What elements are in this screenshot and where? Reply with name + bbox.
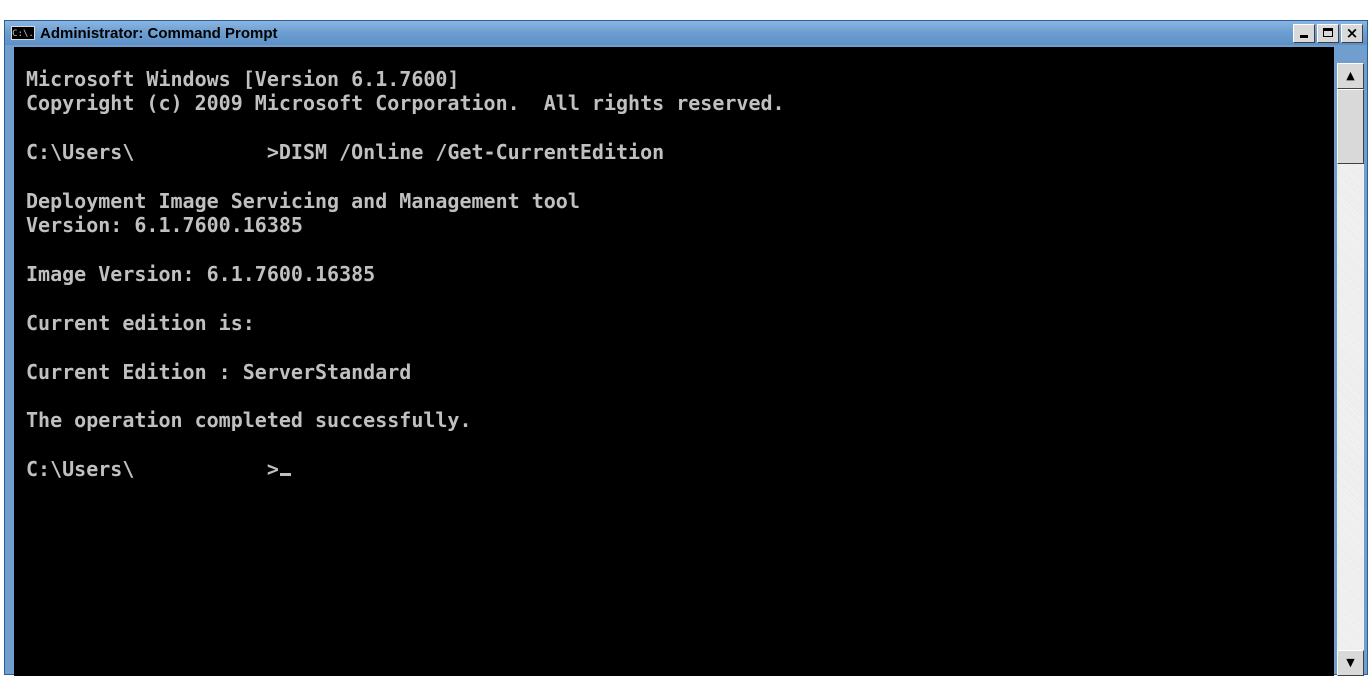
- console-line: Copyright (c) 2009 Microsoft Corporation…: [26, 91, 785, 116]
- title-bar[interactable]: C:\. Administrator: Command Prompt ×: [5, 21, 1367, 45]
- command-prompt-window: C:\. Administrator: Command Prompt × Mic…: [4, 20, 1368, 676]
- window-title: Administrator: Command Prompt: [40, 24, 278, 42]
- arrow-up-icon: ▲: [1346, 69, 1355, 82]
- minimize-button[interactable]: [1293, 24, 1315, 43]
- minimize-icon: [1300, 35, 1308, 38]
- console-line: Current Edition : ServerStandard: [26, 359, 412, 384]
- console-line: Microsoft Windows [Version 6.1.7600]: [26, 67, 460, 91]
- scroll-up-button[interactable]: ▲: [1337, 63, 1364, 89]
- prompt-text: C:\Users\ >: [26, 457, 279, 482]
- maximize-icon: [1323, 28, 1333, 37]
- scroll-down-button[interactable]: ▼: [1337, 650, 1364, 676]
- close-icon: ×: [1345, 24, 1359, 42]
- text-cursor: [279, 473, 291, 477]
- console-line: C:\Users\ >DISM /Online /Get-CurrentEdit…: [26, 140, 665, 165]
- close-button[interactable]: ×: [1341, 24, 1363, 43]
- console-line: Version: 6.1.7600.16385: [26, 213, 303, 238]
- scrollbar-thumb[interactable]: [1337, 89, 1364, 164]
- console-line: The operation completed successfully.: [26, 408, 472, 433]
- vertical-scrollbar[interactable]: ▲ ▼: [1337, 63, 1364, 676]
- console-line: Current edition is:: [26, 310, 255, 335]
- console-prompt-line[interactable]: C:\Users\ >: [26, 457, 1334, 481]
- console-line: Image Version: 6.1.7600.16385: [26, 262, 376, 287]
- maximize-button[interactable]: [1317, 24, 1339, 43]
- arrow-down-icon: ▼: [1346, 656, 1355, 669]
- console-line: Deployment Image Servicing and Managemen…: [26, 188, 580, 213]
- caption-buttons: ×: [1293, 24, 1363, 43]
- console-app-icon[interactable]: C:\.: [11, 26, 35, 40]
- console-output[interactable]: Microsoft Windows [Version 6.1.7600] Cop…: [14, 47, 1334, 676]
